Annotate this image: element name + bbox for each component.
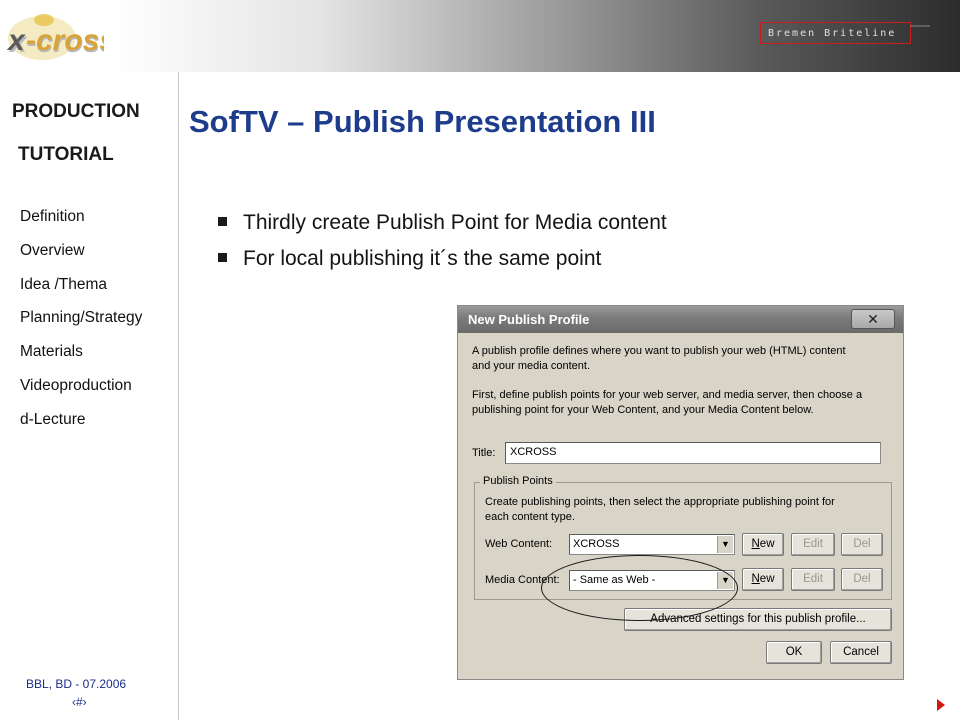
media-edit-button[interactable]: Edit	[791, 568, 835, 591]
sidebar-item-idea-thema[interactable]: Idea /Thema	[20, 275, 142, 309]
svg-text:-cross: -cross	[26, 24, 104, 57]
sidebar-divider	[178, 72, 179, 720]
brand-text: Bremen Briteline	[768, 28, 897, 39]
bullet-list: Thirdly create Publish Point for Media c…	[218, 205, 667, 277]
media-new-button[interactable]: New	[742, 568, 784, 591]
bullet-item: Thirdly create Publish Point for Media c…	[218, 205, 667, 241]
sidebar-heading-production: PRODUCTION	[12, 101, 140, 122]
dialog-intro: A publish profile defines where you want…	[472, 344, 892, 374]
chevron-down-icon[interactable]: ▼	[717, 536, 733, 553]
bullet-item: For local publishing it´s the same point	[218, 241, 667, 277]
web-edit-button[interactable]: Edit	[791, 533, 835, 556]
profile-title-input[interactable]: XCROSS	[505, 442, 881, 464]
publish-profile-dialog: New Publish Profile ✕ A publish profile …	[457, 305, 904, 680]
bullet-text: Thirdly create Publish Point for Media c…	[243, 211, 667, 234]
media-del-button[interactable]: Del	[841, 568, 883, 591]
xcross-logo: x-cross x -cross	[2, 2, 104, 68]
sidebar-item-planning-strategy[interactable]: Planning/Strategy	[20, 308, 142, 342]
publish-points-text: Create publishing points, then select th…	[485, 495, 885, 525]
dialog-instr-line1: First, define publish points for your we…	[472, 389, 863, 401]
media-content-value: - Same as Web -	[573, 574, 656, 586]
footer-page-number: ‹#›	[72, 695, 87, 709]
dialog-title: New Publish Profile	[468, 312, 590, 327]
next-slide-icon[interactable]	[937, 699, 945, 711]
sidebar-item-videoproduction[interactable]: Videoproduction	[20, 376, 142, 410]
publish-points-line1: Create publishing points, then select th…	[485, 496, 835, 508]
title-label: Title:	[472, 447, 496, 459]
sidebar-item-overview[interactable]: Overview	[20, 241, 142, 275]
bullet-square-icon	[218, 216, 227, 226]
publish-points-legend: Publish Points	[480, 475, 556, 487]
sidebar-item-materials[interactable]: Materials	[20, 342, 142, 376]
sidebar-nav: Definition Overview Idea /Thema Planning…	[20, 207, 142, 444]
dialog-intro-line1: A publish profile defines where you want…	[472, 345, 846, 357]
dialog-intro-line2: and your media content.	[472, 360, 591, 372]
chevron-down-icon[interactable]: ▼	[717, 572, 733, 589]
svg-text:x: x	[6, 24, 26, 57]
close-icon[interactable]: ✕	[851, 309, 895, 329]
ok-button[interactable]: OK	[766, 641, 822, 664]
sidebar-item-definition[interactable]: Definition	[20, 207, 142, 241]
bullet-text: For local publishing it´s the same point	[243, 247, 602, 270]
dialog-instructions: First, define publish points for your we…	[472, 388, 892, 418]
publish-points-line2: each content type.	[485, 511, 575, 523]
sidebar-item-d-lecture[interactable]: d-Lecture	[20, 410, 142, 444]
web-content-value: XCROSS	[573, 538, 620, 550]
bullet-square-icon	[218, 252, 227, 262]
cancel-button[interactable]: Cancel	[830, 641, 892, 664]
advanced-settings-button[interactable]: Advanced settings for this publish profi…	[624, 608, 892, 631]
dialog-instr-line2: publishing point for your Web Content, a…	[472, 404, 814, 416]
web-del-button[interactable]: Del	[841, 533, 883, 556]
media-content-label: Media Content:	[485, 574, 560, 586]
sidebar-heading-tutorial: TUTORIAL	[18, 144, 114, 165]
slide-title: SofTV – Publish Presentation III	[189, 104, 656, 139]
dialog-titlebar: New Publish Profile ✕	[458, 306, 903, 333]
footer-credit: BBL, BD - 07.2006	[26, 677, 127, 691]
media-content-select[interactable]: - Same as Web - ▼	[569, 570, 735, 591]
web-new-button[interactable]: New	[742, 533, 784, 556]
web-content-select[interactable]: XCROSS ▼	[569, 534, 735, 555]
header-band: x-cross x -cross Bremen Briteline	[0, 0, 960, 72]
web-content-label: Web Content:	[485, 538, 553, 550]
